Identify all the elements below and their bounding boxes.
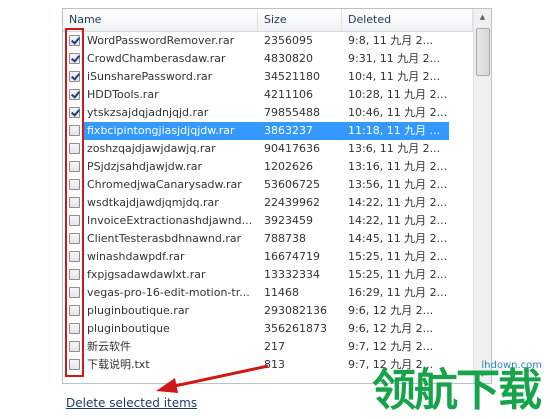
annotation-arrow-icon (156, 364, 269, 393)
delete-selected-items-link[interactable]: Delete selected items (66, 396, 197, 410)
watermark-text: 领航下载 (372, 365, 542, 416)
watermark-logo: lhdown.com 领航下载 (372, 360, 550, 419)
